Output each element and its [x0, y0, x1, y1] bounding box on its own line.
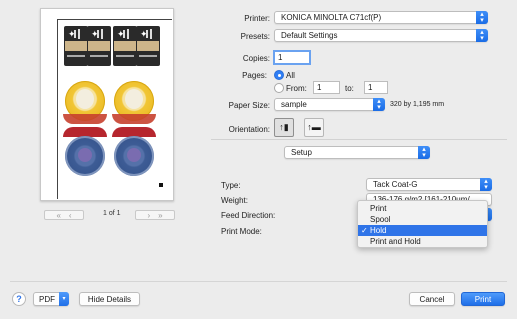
print-mode-menu[interactable]: Print Spool ✓ Hold Print and Hold	[357, 200, 488, 248]
page-forward-buttons[interactable]: › »	[135, 210, 175, 220]
preview-sticker	[114, 136, 154, 176]
copies-field[interactable]: 1	[273, 50, 311, 65]
chevron-updown-icon: ▴▾	[418, 146, 430, 159]
presets-value: Default Settings	[281, 31, 338, 40]
chevron-updown-icon: ▴▾	[476, 11, 488, 24]
menu-item-spool[interactable]: Spool	[358, 214, 487, 225]
pages-all-label: All	[286, 71, 295, 80]
print-mode-label: Print Mode:	[221, 227, 262, 236]
presets-popup[interactable]: Default Settings ▴ ▾	[274, 29, 488, 42]
orientation-label: Orientation:	[228, 125, 270, 134]
chevron-updown-icon: ▴▾	[476, 29, 488, 42]
preview-label: ✦	[87, 26, 111, 66]
portrait-person-icon: ↑▮	[279, 122, 289, 132]
double-chevron-left-icon[interactable]: «	[56, 211, 60, 220]
pdf-button[interactable]: PDF ▾	[33, 292, 69, 306]
feed-direction-label: Feed Direction:	[221, 211, 276, 220]
help-button[interactable]: ?	[12, 292, 26, 306]
menu-item-print-and-hold[interactable]: Print and Hold	[358, 236, 487, 247]
pages-all-radio[interactable]	[274, 70, 284, 80]
pages-range-radio[interactable]	[274, 83, 284, 93]
pages-from-field[interactable]: 1	[313, 81, 340, 94]
preview-sticker	[112, 81, 156, 124]
print-preview: ✦ ✦ ✦ ✦	[40, 8, 174, 201]
chevron-updown-icon: ▴▾	[480, 178, 492, 191]
bottom-divider	[10, 281, 507, 282]
preview-sticker	[65, 136, 105, 176]
printer-value: KONICA MINOLTA C71cf(P)	[281, 13, 382, 22]
chevron-left-icon[interactable]: ‹	[69, 211, 72, 220]
pages-label: Pages:	[242, 71, 267, 80]
pages-to-field[interactable]: 1	[364, 81, 388, 94]
preview-label: ✦	[64, 26, 88, 66]
paper-size-dimensions: 320 by 1,195 mm	[390, 101, 445, 108]
section-popup-value: Setup	[291, 148, 312, 157]
menu-item-hold[interactable]: ✓ Hold	[358, 225, 487, 236]
double-chevron-right-icon[interactable]: »	[158, 211, 162, 220]
section-divider	[211, 139, 507, 140]
print-button[interactable]: Print	[461, 292, 505, 306]
chevron-right-icon[interactable]: ›	[147, 211, 150, 220]
checkmark-icon: ✓	[361, 226, 368, 235]
preview-label: ✦	[113, 26, 137, 66]
menu-item-print[interactable]: Print	[358, 203, 487, 214]
landscape-orientation-button[interactable]: ↑▬	[304, 118, 324, 137]
paper-size-popup[interactable]: sample ▴ ▾	[274, 98, 385, 111]
printer-popup[interactable]: KONICA MINOLTA C71cf(P) ▴ ▾	[274, 11, 488, 24]
type-label: Type:	[221, 181, 241, 190]
hide-details-button[interactable]: Hide Details	[79, 292, 140, 306]
printer-label: Printer:	[244, 14, 270, 23]
presets-label: Presets:	[240, 32, 270, 41]
landscape-person-icon: ↑▬	[307, 122, 321, 132]
preview-sticker	[63, 81, 107, 124]
type-value: Tack Coat-G	[373, 180, 418, 189]
copies-label: Copies:	[242, 54, 270, 63]
pages-from-label: From:	[286, 84, 307, 93]
chevron-updown-icon: ▴▾	[373, 98, 385, 111]
paper-size-value: sample	[281, 100, 307, 109]
registration-mark	[159, 183, 163, 187]
paper-size-label: Paper Size:	[228, 101, 270, 110]
weight-label: Weight:	[221, 196, 248, 205]
chevron-down-icon: ▾	[59, 292, 69, 306]
preview-label: ✦	[136, 26, 160, 66]
pages-to-label: to:	[345, 84, 354, 93]
type-popup[interactable]: Tack Coat-G ▴ ▾	[366, 178, 492, 191]
page-back-buttons[interactable]: « ‹	[44, 210, 84, 220]
portrait-orientation-button[interactable]: ↑▮	[274, 118, 294, 137]
section-popup[interactable]: Setup ▴ ▾	[284, 146, 430, 159]
pdf-label: PDF	[39, 294, 55, 304]
page-indicator: 1 of 1	[103, 210, 121, 217]
cancel-button[interactable]: Cancel	[409, 292, 455, 306]
